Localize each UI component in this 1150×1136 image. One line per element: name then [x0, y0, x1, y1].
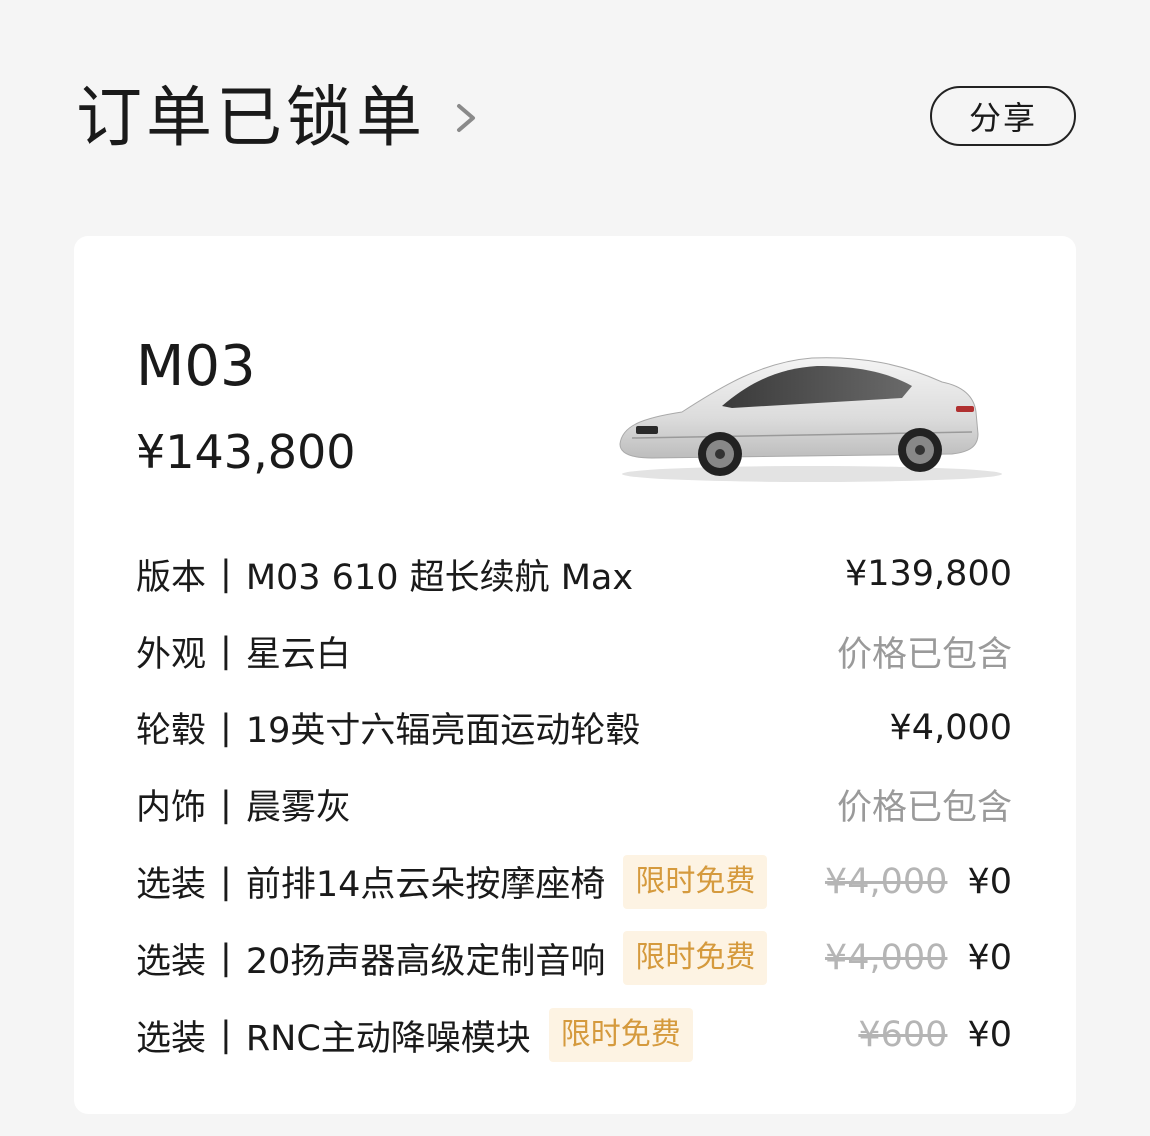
row-value: 20扬声器高级定制音响	[245, 941, 606, 982]
row-separator: |	[220, 861, 232, 902]
free-badge: 限时免费	[623, 854, 768, 909]
row-value: RNC主动降噪模块	[245, 1018, 531, 1059]
row-label: 内饰	[136, 788, 207, 829]
row-label: 选装	[136, 865, 207, 906]
row-price: ¥0	[967, 861, 1012, 902]
car-image	[619, 357, 1002, 482]
list-item-option-audio: 选装 | 20扬声器高级定制音响 限时免费 ¥4,000 ¥0	[136, 920, 1012, 997]
row-separator: |	[220, 938, 232, 979]
share-button[interactable]: 分享	[930, 86, 1076, 146]
header: 订单已锁单 分享	[76, 78, 1076, 158]
row-value: 19英寸六辐亮面运动轮毂	[245, 711, 641, 752]
original-price: ¥4,000	[824, 938, 948, 979]
list-item-option-rnc: 选装 | RNC主动降噪模块 限时免费 ¥600 ¥0	[136, 997, 1012, 1074]
original-price: ¥4,000	[824, 861, 948, 902]
model-name: M03	[136, 334, 256, 399]
chevron-right-icon	[457, 104, 475, 132]
free-badge: 限时免费	[548, 1008, 693, 1063]
model-price: ¥143,800	[136, 425, 356, 479]
row-separator: |	[220, 1015, 232, 1056]
row-separator: |	[220, 631, 232, 672]
list-item-exterior: 外观 | 星云白 价格已包含	[136, 613, 1012, 690]
row-separator: |	[220, 784, 232, 825]
row-value: 晨雾灰	[245, 788, 351, 829]
row-label: 轮毂	[136, 711, 207, 752]
row-value: M03 610 超长续航 Max	[245, 557, 634, 598]
row-separator: |	[220, 707, 232, 748]
row-value: 前排14点云朵按摩座椅	[245, 865, 606, 906]
order-card: M03 ¥143,800 版本 | M03 610 超长续航 Max ¥139,…	[74, 236, 1076, 1114]
list-item-option-seats: 选装 | 前排14点云朵按摩座椅 限时免费 ¥4,000 ¥0	[136, 843, 1012, 920]
list-item-interior: 内饰 | 晨雾灰 价格已包含	[136, 766, 1012, 843]
row-label: 版本	[136, 557, 207, 598]
order-status-link[interactable]: 订单已锁单	[76, 78, 482, 158]
original-price: ¥600	[858, 1015, 948, 1056]
row-label: 选装	[136, 1018, 207, 1059]
row-price: ¥0	[967, 1015, 1012, 1056]
row-label: 外观	[136, 634, 207, 675]
row-price: ¥4,000	[889, 707, 1012, 748]
list-item-wheels: 轮毂 | 19英寸六辐亮面运动轮毂 ¥4,000	[136, 690, 1012, 767]
row-price-included: 价格已包含	[836, 788, 1012, 829]
free-badge: 限时免费	[623, 931, 768, 986]
list-item-version: 版本 | M03 610 超长续航 Max ¥139,800	[136, 536, 1012, 613]
row-value: 星云白	[245, 634, 351, 675]
row-price-included: 价格已包含	[836, 634, 1012, 675]
config-list: 版本 | M03 610 超长续航 Max ¥139,800 外观 | 星云白 …	[136, 536, 1012, 1074]
row-price: ¥0	[967, 938, 1012, 979]
row-label: 选装	[136, 941, 207, 982]
row-price: ¥139,800	[844, 554, 1012, 595]
page-title: 订单已锁单	[76, 79, 426, 156]
row-separator: |	[220, 554, 232, 595]
